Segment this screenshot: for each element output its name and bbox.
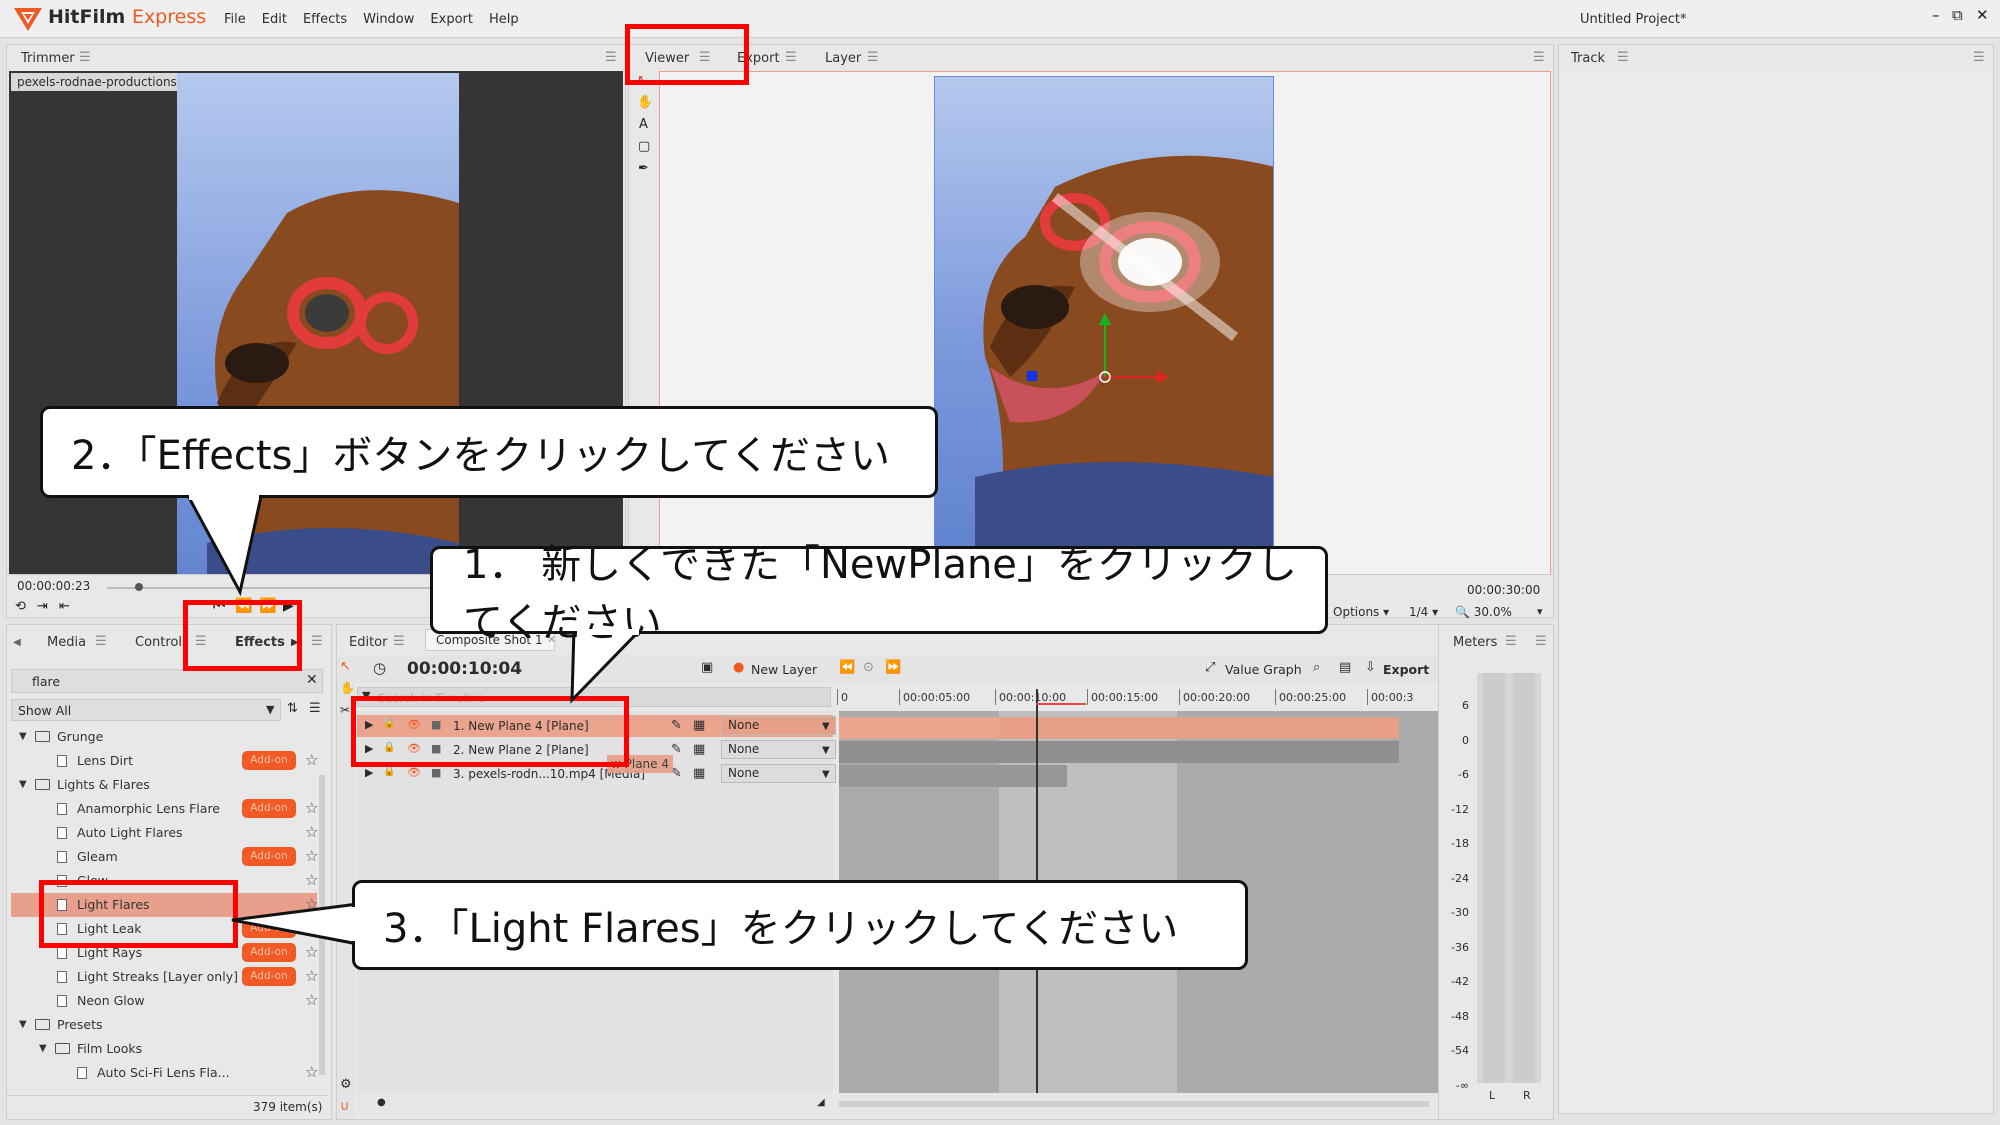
callout-pointer-joins [189,494,639,941]
app-window: HitFilm Express File Edit Effects Window… [0,0,2000,1125]
